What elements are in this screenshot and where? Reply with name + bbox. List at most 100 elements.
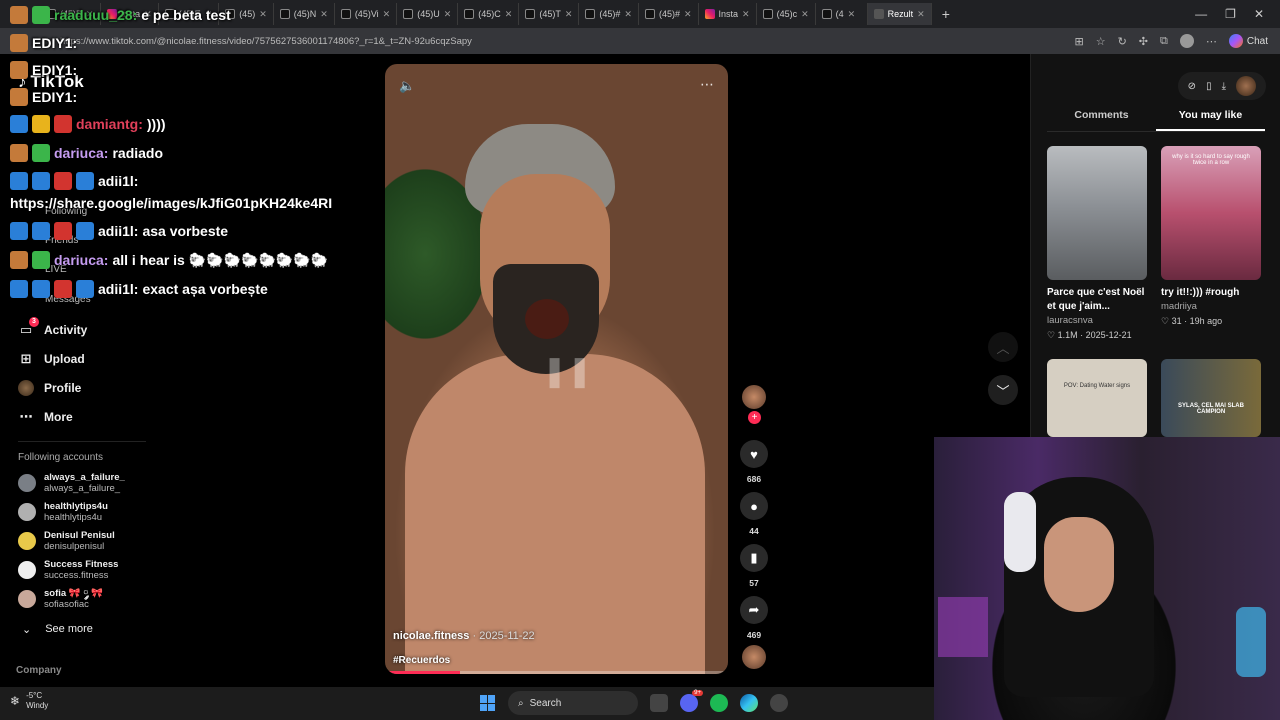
close-tab-icon[interactable]: ✕ — [848, 9, 856, 20]
volume-icon[interactable]: 🔈 — [399, 78, 415, 94]
edge-icon[interactable] — [740, 694, 758, 712]
save-button[interactable]: ▮ 57 — [740, 544, 768, 588]
sound-avatar[interactable] — [742, 645, 766, 669]
share-button[interactable]: ➦ 469 — [740, 596, 768, 640]
phone-icon[interactable]: ▯ — [1206, 81, 1212, 92]
tab-label: (45)T — [539, 9, 561, 19]
close-tab-icon[interactable]: ✕ — [801, 9, 809, 20]
sidebar-item-live[interactable]: LIVE — [45, 264, 67, 275]
discord-icon[interactable]: 9+ — [680, 690, 703, 712]
more-options-icon[interactable]: ⋯ — [700, 76, 714, 93]
creator-avatar[interactable] — [742, 385, 766, 409]
sidebar-item-following[interactable]: Following — [45, 206, 87, 217]
compass-icon[interactable]: ⊘ — [1188, 81, 1196, 92]
recommended-video-card[interactable]: SYLAS, CEL MAI SLAB CAMPION — [1161, 359, 1261, 437]
browser-tab[interactable]: (45)Vi ✕ — [335, 3, 398, 25]
chat-label: Chat — [1246, 35, 1268, 47]
following-account[interactable]: sofia 🎀 ༘ 🎀 sofiasofiac — [18, 588, 103, 610]
like-button[interactable]: ♥ 686 — [740, 440, 768, 484]
browser-tab[interactable]: (45)U ✕ — [397, 3, 459, 25]
video-player[interactable]: 🔈 ⋯ ❚❚ nicolae.fitness · 2025-11-22 #Rec… — [385, 64, 728, 674]
browser-tab[interactable]: (45)c ✕ — [757, 3, 816, 25]
following-account[interactable]: always_a_failure_ always_a_failure_ — [18, 472, 125, 494]
weather-widget[interactable]: ❄ -5°C Windy — [10, 691, 48, 711]
collections-icon[interactable]: ⧉ — [1160, 35, 1168, 48]
sidebar-item-messages[interactable]: Messages — [45, 294, 91, 305]
spotify-icon[interactable] — [710, 694, 728, 712]
menu-icon[interactable]: ⋯ — [1206, 35, 1217, 48]
comment-button[interactable]: ● 44 — [740, 492, 768, 536]
tab-you-may-like[interactable]: You may like — [1156, 109, 1265, 131]
file-explorer-icon[interactable] — [650, 694, 668, 712]
settings-icon[interactable] — [770, 694, 788, 712]
refresh-icon[interactable]: ↻ — [1118, 35, 1127, 48]
browser-tab[interactable]: (4 ✕ — [816, 3, 868, 25]
follow-button[interactable]: + — [748, 411, 761, 424]
close-tab-icon[interactable]: ✕ — [505, 9, 513, 20]
close-tab-icon[interactable]: ✕ — [320, 9, 328, 20]
copilot-chat-button[interactable]: Chat — [1228, 34, 1268, 48]
close-tab-icon[interactable]: ✕ — [205, 9, 213, 20]
avatar[interactable] — [1236, 76, 1256, 96]
browser-tab[interactable]: Insta ✕ — [699, 3, 757, 25]
browser-tab[interactable]: (45)# ✕ — [579, 3, 639, 25]
comment-count: 44 — [749, 526, 759, 536]
restore-icon[interactable]: ❐ — [1225, 7, 1236, 21]
company-link[interactable]: Company — [16, 665, 62, 676]
taskbar-search[interactable]: ⌕ Search — [508, 691, 638, 715]
see-more-button[interactable]: ⌄ See more — [22, 623, 93, 636]
close-tab-icon[interactable]: ✕ — [917, 9, 925, 20]
close-tab-icon[interactable]: ✕ — [444, 9, 452, 20]
sidebar-item-more[interactable]: ⋯ More — [18, 409, 73, 425]
previous-video-button[interactable]: ︿ — [988, 332, 1018, 362]
close-tab-icon[interactable]: ✕ — [86, 9, 94, 20]
url-field[interactable]: https://www.tiktok.com/@nicolae.fitness/… — [60, 36, 1074, 47]
tab-comments[interactable]: Comments — [1047, 109, 1156, 131]
sidebar-item-friends[interactable]: Friends — [45, 235, 78, 246]
profile-icon[interactable] — [1179, 34, 1194, 48]
browser-tab[interactable]: Insta ✕ — [101, 3, 159, 25]
sidebar-item-profile[interactable]: Profile — [18, 380, 81, 396]
video-author[interactable]: nicolae.fitness · 2025-11-22 — [393, 630, 535, 642]
browser-tab[interactable]: (45)# ✕ — [639, 3, 699, 25]
star-icon[interactable]: ☆ — [1096, 35, 1106, 48]
video-progress-bar[interactable] — [385, 671, 728, 674]
minimize-icon[interactable]: — — [1195, 7, 1207, 21]
browser-tab[interactable]: (45)N ✕ — [274, 3, 335, 25]
pause-icon[interactable]: ❚❚ — [542, 354, 592, 389]
close-tab-icon[interactable]: ✕ — [624, 9, 632, 20]
windows-start-icon[interactable] — [480, 695, 496, 711]
next-video-button[interactable]: ﹀ — [988, 375, 1018, 405]
close-tab-icon[interactable]: ✕ — [565, 9, 573, 20]
video-hashtag[interactable]: #Recuerdos — [393, 655, 450, 666]
app-icon[interactable]: ⊞ — [1074, 35, 1083, 48]
following-account[interactable]: Denisul Penisul denisulpenisul — [18, 530, 115, 552]
tiktok-logo[interactable]: ♪ TikTok — [18, 72, 84, 92]
recommended-video-card[interactable]: why is it so hard to say rough twice in … — [1161, 146, 1261, 327]
notification-badge: 9+ — [692, 690, 703, 696]
following-account[interactable]: healthlytips4u healthlytips4u — [18, 501, 108, 523]
extensions-icon[interactable]: ✣ — [1139, 35, 1148, 48]
browser-tab[interactable]: (45) ✕ — [219, 3, 274, 25]
sidebar-item-upload[interactable]: ⊞ Upload — [18, 351, 85, 367]
close-tab-icon[interactable]: ✕ — [144, 9, 152, 20]
browser-tab[interactable]: (45)T ✕ — [519, 3, 580, 25]
close-icon[interactable]: ✕ — [1254, 7, 1264, 21]
browser-tab[interactable]: (45)B ✕ — [40, 3, 101, 25]
tab-label: (45)# — [658, 9, 680, 19]
browser-tab[interactable]: Rezult ✕ — [867, 3, 932, 25]
recommended-video-card[interactable]: POV: Dating Water signs — [1047, 359, 1147, 437]
download-icon[interactable]: ⤓ — [1222, 81, 1226, 92]
close-tab-icon[interactable]: ✕ — [259, 9, 267, 20]
close-tab-icon[interactable]: ✕ — [383, 9, 391, 20]
following-account[interactable]: Success Fitness success.fitness — [18, 559, 118, 581]
window-controls: — ❐ ✕ — [1195, 0, 1280, 28]
new-tab-button[interactable]: + — [932, 6, 960, 22]
sidebar-item-activity[interactable]: ▭ 3 Activity — [18, 317, 87, 338]
recommended-video-card[interactable]: Parce que c'est Noël et que j'aim... lau… — [1047, 146, 1147, 341]
close-tab-icon[interactable]: ✕ — [684, 9, 692, 20]
close-tab-icon[interactable]: ✕ — [742, 9, 750, 20]
card-author: lauracsnva — [1047, 315, 1093, 326]
browser-tab[interactable]: (45)C ✕ — [458, 3, 520, 25]
browser-tab[interactable]: (45)E ✕ — [159, 3, 220, 25]
